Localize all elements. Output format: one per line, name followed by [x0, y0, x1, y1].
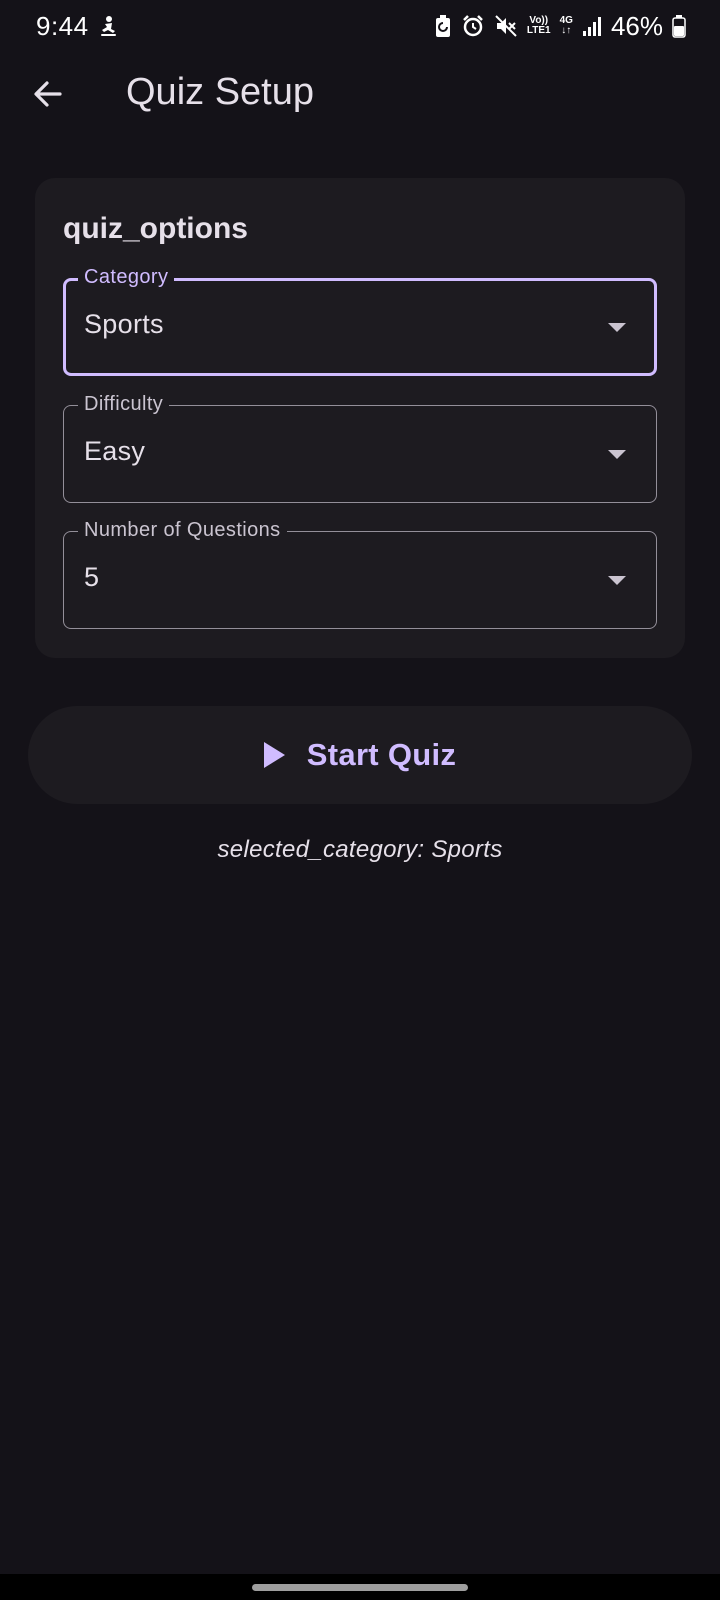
- difficulty-label: Difficulty: [78, 392, 170, 416]
- status-bar: 9:44 Vo)) LTE1 4G ↓↑ 46%: [0, 0, 720, 52]
- battery-icon: [672, 14, 686, 38]
- navigation-bar: [0, 1574, 720, 1600]
- alarm-icon: [461, 14, 485, 38]
- lte-label: LTE1: [526, 25, 551, 36]
- status-bar-right: Vo)) LTE1 4G ↓↑ 46%: [434, 11, 686, 42]
- category-dropdown[interactable]: Category Sports: [63, 265, 657, 376]
- arrow-back-icon: [34, 81, 62, 107]
- dropdown-arrow-icon: [608, 576, 626, 585]
- back-button[interactable]: [22, 68, 74, 120]
- person-skating-icon: [99, 15, 119, 37]
- home-gesture-handle[interactable]: [252, 1584, 468, 1591]
- network-label: 4G: [559, 15, 573, 26]
- difficulty-dropdown[interactable]: Difficulty Easy: [63, 392, 657, 503]
- battery-saver-icon: [434, 14, 452, 38]
- start-quiz-button[interactable]: Start Quiz: [28, 706, 692, 804]
- start-quiz-label: Start Quiz: [306, 737, 457, 772]
- play-icon: [263, 742, 285, 768]
- mute-icon: [494, 14, 518, 38]
- category-value: Sports: [84, 309, 164, 339]
- number-of-questions-label: Number of Questions: [78, 518, 287, 542]
- number-of-questions-value: 5: [84, 562, 100, 592]
- volte-icon: Vo)) LTE1: [527, 16, 551, 36]
- status-bar-left: 9:44: [36, 11, 119, 42]
- dropdown-arrow-icon: [608, 323, 626, 332]
- battery-percent: 46%: [610, 10, 663, 41]
- page-title: Quiz Setup: [126, 71, 314, 113]
- 4g-icon: 4G ↓↑: [559, 15, 573, 36]
- difficulty-value: Easy: [84, 436, 146, 466]
- category-label: Category: [78, 265, 175, 289]
- dropdown-arrow-icon: [608, 450, 626, 459]
- number-of-questions-dropdown[interactable]: Number of Questions 5: [63, 518, 657, 629]
- app-bar: Quiz Setup: [0, 56, 720, 132]
- quiz-setup-screen: 9:44 Vo)) LTE1 4G ↓↑ 46% Quiz Setup quiz…: [0, 0, 720, 1600]
- quiz-options-card: quiz_options Category Sports Difficulty …: [35, 178, 685, 658]
- status-time: 9:44: [36, 10, 89, 41]
- selected-category-text: selected_category: Sports: [217, 836, 503, 863]
- signal-icon: [582, 15, 602, 37]
- card-title: quiz_options: [63, 212, 248, 245]
